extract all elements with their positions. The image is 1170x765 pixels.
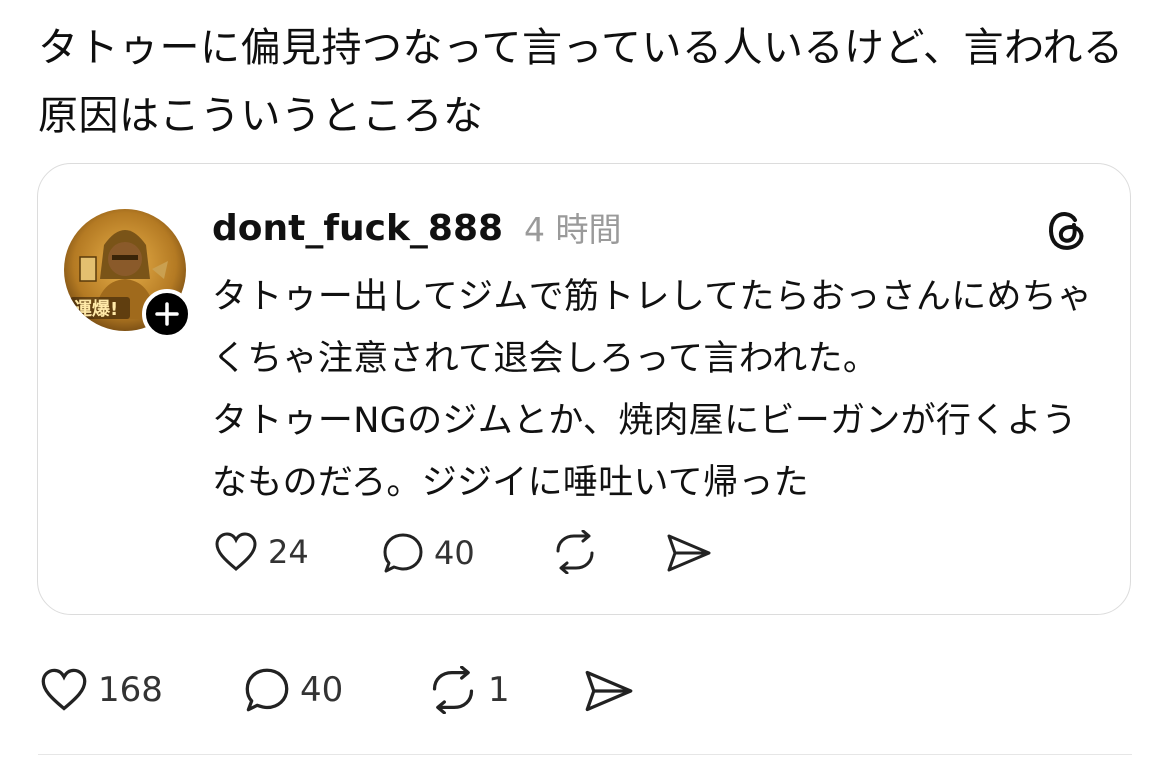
like-button[interactable]: 168 bbox=[40, 668, 163, 712]
heart-icon bbox=[40, 668, 88, 712]
repost-arrows-icon bbox=[552, 530, 598, 574]
like-count: 168 bbox=[98, 670, 163, 710]
heart-icon bbox=[214, 532, 258, 572]
quoted-username[interactable]: dont_fuck_888 bbox=[212, 204, 503, 254]
post-text: タトゥーに偏見持つなって言っている人いるけど、言われる原因はこういうところな bbox=[38, 25, 1124, 139]
repost-arrows-icon bbox=[428, 666, 478, 714]
speech-bubble-icon bbox=[382, 532, 424, 574]
repost-button[interactable]: 1 bbox=[428, 666, 510, 714]
repost-count: 1 bbox=[488, 670, 510, 710]
quoted-paragraph-1: タトゥー出してジムで筋トレしてたらおっさんにめちゃくちゃ注意されて退会しろって言… bbox=[212, 277, 1093, 379]
quoted-like-button[interactable]: 24 bbox=[214, 532, 309, 572]
paper-plane-icon bbox=[584, 668, 634, 714]
post-divider bbox=[38, 754, 1132, 755]
threads-logo-icon[interactable] bbox=[1044, 208, 1088, 252]
quoted-paragraph-2: タトゥーNGのジムとか、焼肉屋にビーガンが行くようなものだろ。ジジイに唾吐いて帰… bbox=[212, 401, 1078, 503]
reply-button[interactable]: 40 bbox=[244, 667, 343, 713]
quoted-timestamp: 4 時間 bbox=[524, 210, 622, 249]
quoted-post-body: タトゥー出してジムで筋トレしてたらおっさんにめちゃくちゃ注意されて退会しろって言… bbox=[212, 266, 1112, 514]
paper-plane-icon bbox=[666, 532, 712, 574]
reply-count: 40 bbox=[300, 670, 344, 710]
quoted-like-count: 24 bbox=[268, 533, 309, 571]
plus-icon bbox=[155, 302, 179, 326]
quoted-share-button[interactable] bbox=[666, 532, 712, 574]
follow-button[interactable] bbox=[142, 289, 192, 339]
share-button[interactable] bbox=[584, 668, 634, 714]
speech-bubble-icon bbox=[244, 667, 290, 713]
quoted-reply-count: 40 bbox=[434, 534, 475, 572]
quoted-repost-button[interactable] bbox=[552, 530, 598, 574]
quoted-reply-button[interactable]: 40 bbox=[382, 532, 475, 574]
